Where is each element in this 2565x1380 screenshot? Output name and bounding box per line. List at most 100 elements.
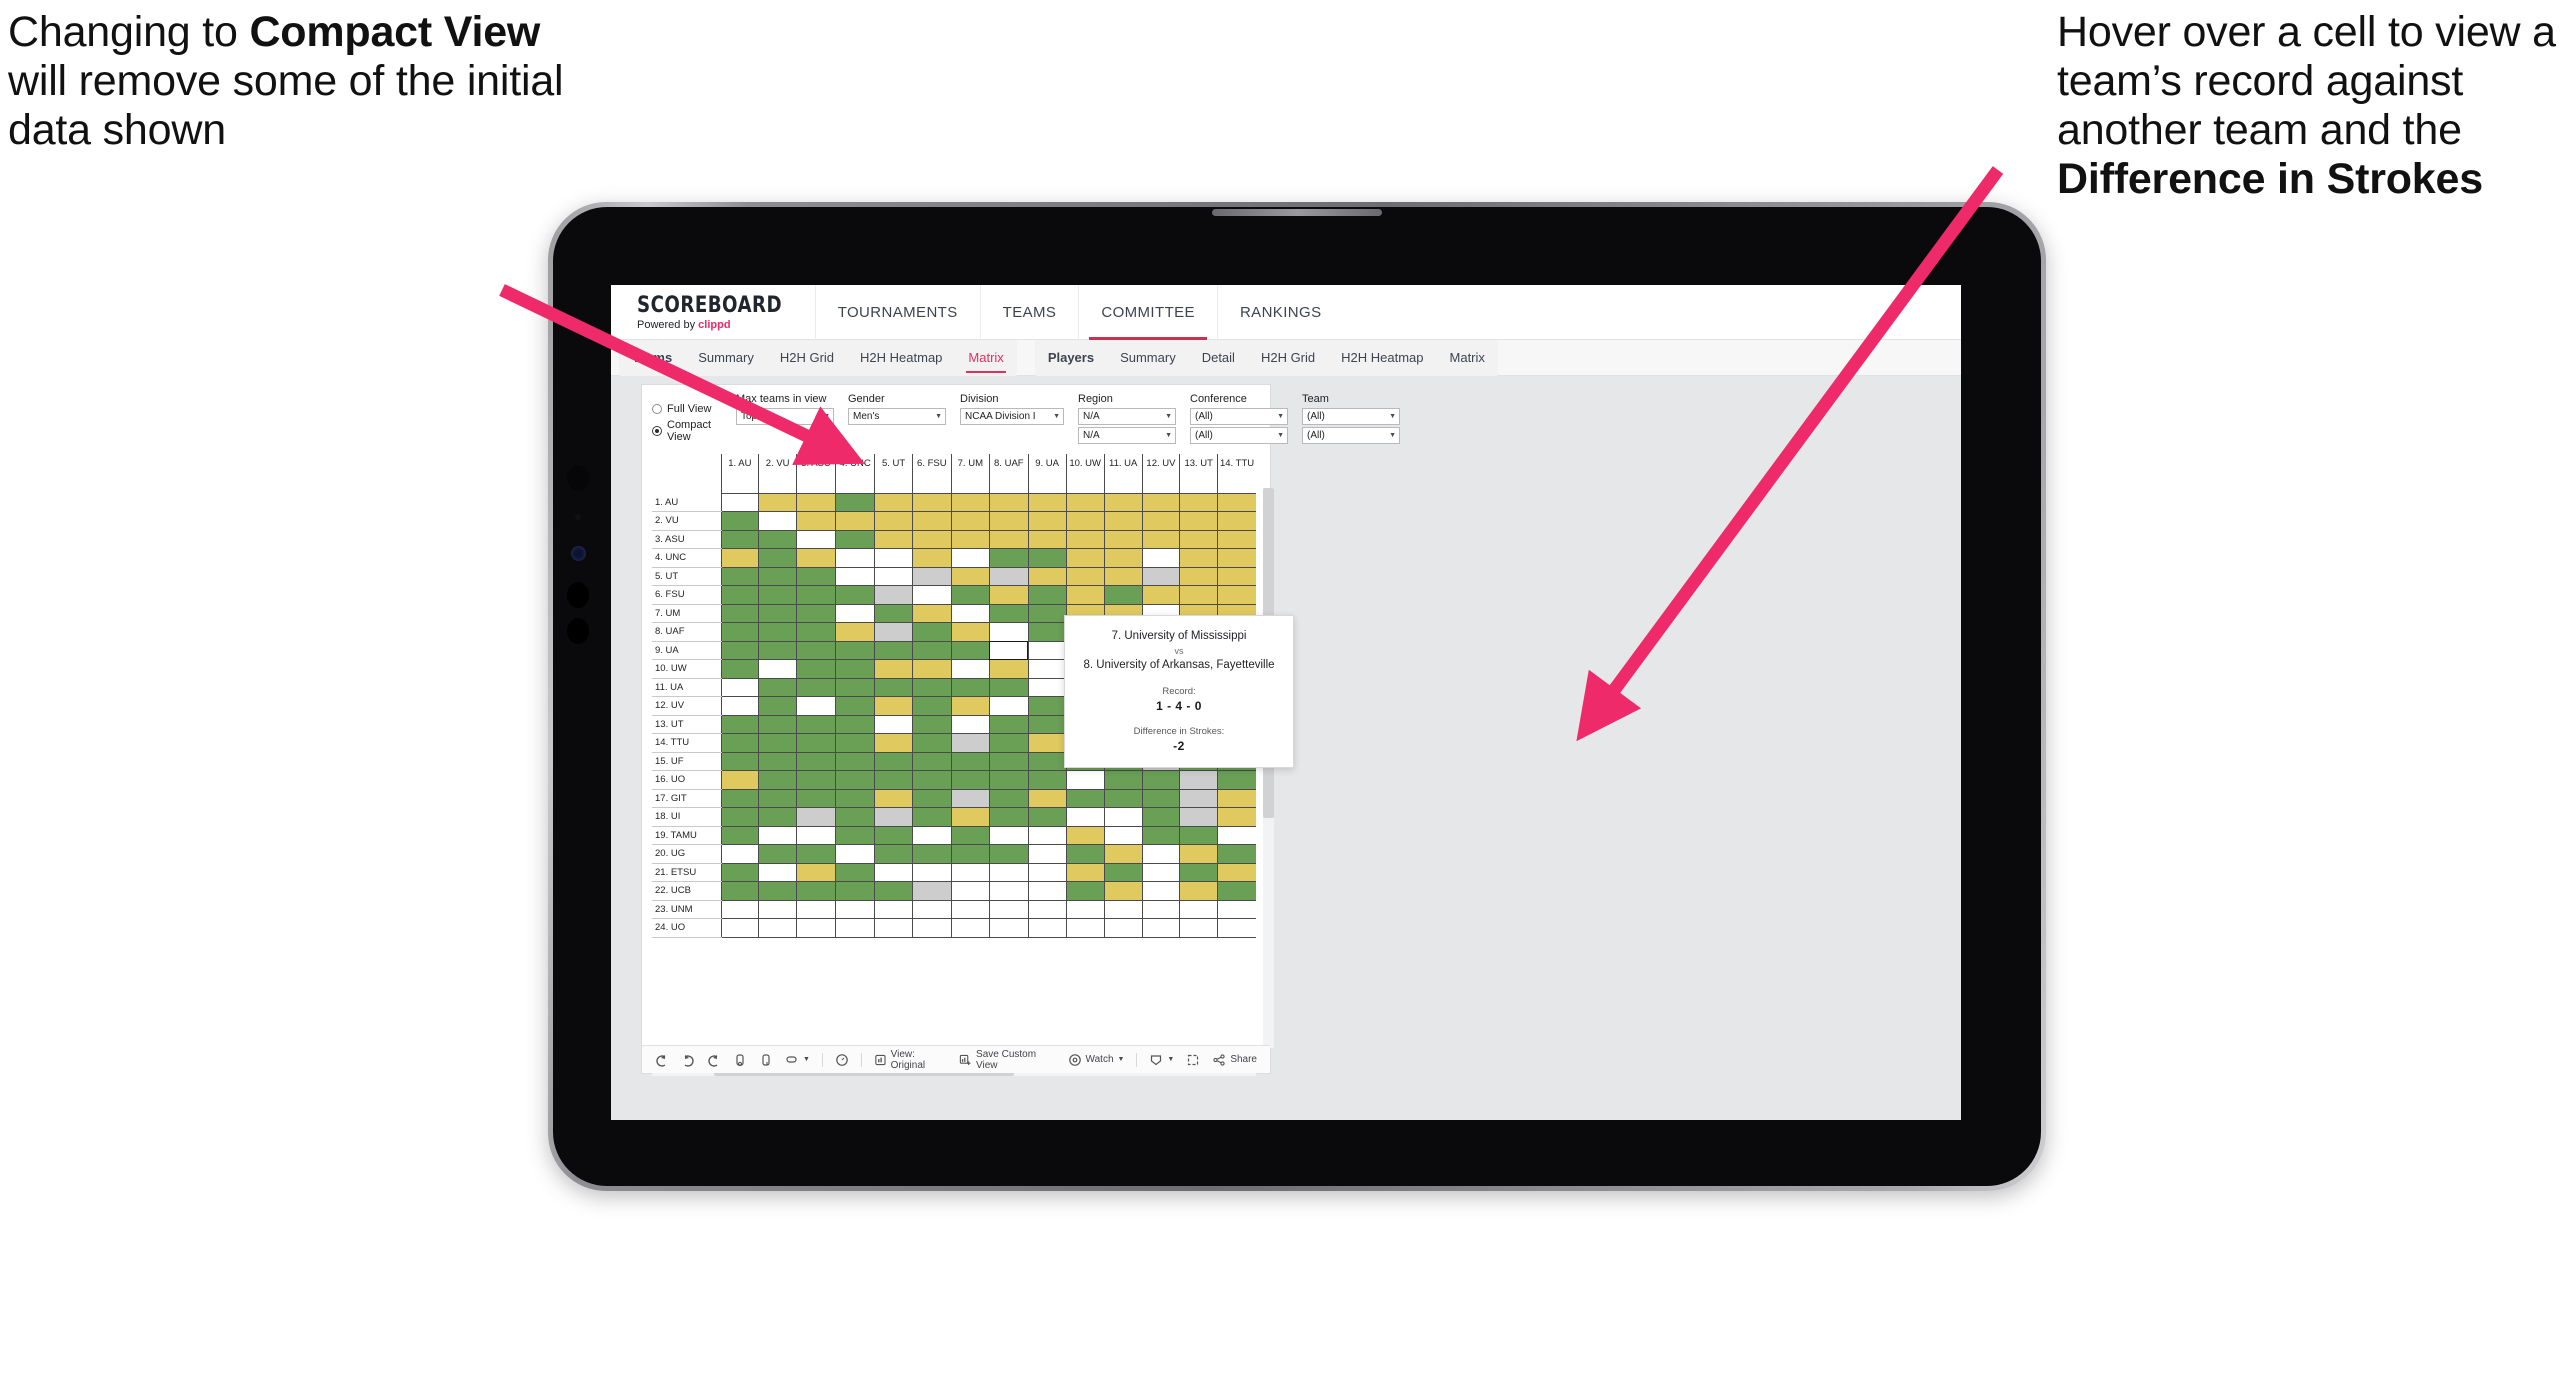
filter-select-region[interactable]: N/A ▼	[1078, 408, 1176, 425]
brand-logo[interactable]: SCOREBOARD Powered by clippd	[611, 293, 815, 331]
matrix-cell[interactable]	[758, 548, 797, 568]
matrix-cell[interactable]	[950, 918, 990, 938]
matrix-cell[interactable]	[1027, 622, 1067, 642]
matrix-cell[interactable]	[874, 493, 913, 512]
matrix-cell[interactable]	[1141, 807, 1180, 827]
matrix-cell[interactable]	[1141, 826, 1180, 845]
matrix-cell[interactable]	[950, 715, 990, 734]
matrix-cell[interactable]	[720, 622, 759, 642]
chevron-down-icon[interactable]: ▼	[1118, 1056, 1125, 1063]
matrix-cell[interactable]	[874, 604, 913, 623]
matrix-cell[interactable]	[988, 604, 1029, 623]
matrix-cell[interactable]	[911, 770, 952, 790]
chevron-down-icon[interactable]: ▼	[1053, 413, 1060, 420]
matrix-row-header[interactable]: 7. UM	[652, 604, 721, 623]
matrix-cell[interactable]	[1103, 548, 1143, 568]
matrix-cell[interactable]	[950, 881, 990, 901]
matrix-cell[interactable]	[758, 770, 797, 790]
topnav-item-rankings[interactable]: RANKINGS	[1216, 285, 1344, 340]
matrix-cell[interactable]	[835, 807, 875, 827]
toolbar-download-button[interactable]: ▼	[1144, 1049, 1179, 1071]
matrix-cell[interactable]	[835, 493, 875, 512]
matrix-cell[interactable]	[1103, 493, 1143, 512]
chevron-down-icon[interactable]: ▼	[1165, 413, 1172, 420]
toolbar-revert-button[interactable]	[702, 1049, 726, 1071]
matrix-cell[interactable]	[911, 752, 952, 771]
matrix-cell[interactable]	[950, 789, 990, 808]
matrix-cell[interactable]	[1103, 900, 1143, 919]
matrix-cell[interactable]	[988, 511, 1029, 531]
matrix-cell[interactable]	[911, 696, 952, 716]
matrix-cell[interactable]	[758, 567, 797, 586]
matrix-cell[interactable]	[950, 511, 990, 531]
matrix-cell[interactable]	[720, 918, 759, 938]
matrix-cell[interactable]	[1141, 900, 1180, 919]
matrix-cell[interactable]	[911, 548, 952, 568]
matrix-cell[interactable]	[796, 641, 836, 660]
matrix-cell[interactable]	[1103, 918, 1143, 938]
matrix-cell[interactable]	[1217, 881, 1256, 901]
matrix-cell[interactable]	[911, 881, 952, 901]
radio-full-view[interactable]: Full View	[652, 403, 722, 415]
matrix-cell[interactable]	[1103, 863, 1143, 882]
matrix-cell[interactable]	[758, 511, 797, 531]
matrix-cell[interactable]	[720, 770, 759, 790]
matrix-cell[interactable]	[1027, 752, 1067, 771]
matrix-cell[interactable]	[988, 530, 1029, 549]
matrix-cell[interactable]	[1065, 585, 1105, 605]
matrix-cell[interactable]	[1027, 900, 1067, 919]
matrix-cell[interactable]	[911, 826, 952, 845]
matrix-cell[interactable]	[1065, 548, 1105, 568]
matrix-cell[interactable]	[835, 585, 875, 605]
matrix-cell[interactable]	[835, 511, 875, 531]
matrix-cell[interactable]	[911, 641, 952, 660]
subtab-players-matrix[interactable]: Matrix	[1437, 340, 1498, 376]
matrix-cell[interactable]	[758, 696, 797, 716]
matrix-row-header[interactable]: 3. ASU	[652, 530, 721, 549]
matrix-cell[interactable]	[1179, 585, 1218, 605]
matrix-cell[interactable]	[874, 881, 913, 901]
matrix-cell[interactable]	[720, 641, 759, 660]
matrix-cell[interactable]	[874, 622, 913, 642]
matrix-cell[interactable]	[950, 659, 990, 679]
matrix-cell[interactable]	[758, 604, 797, 623]
matrix-cell[interactable]	[1027, 733, 1067, 753]
matrix-cell[interactable]	[1141, 530, 1180, 549]
matrix-col-header[interactable]: 3. ASU	[796, 454, 836, 494]
matrix-cell[interactable]	[911, 585, 952, 605]
matrix-cell[interactable]	[758, 826, 797, 845]
matrix-cell[interactable]	[988, 678, 1029, 697]
matrix-cell[interactable]	[796, 807, 836, 827]
matrix-cell[interactable]	[796, 622, 836, 642]
matrix-cell[interactable]	[874, 863, 913, 882]
toolbar-highlight-button[interactable]: ▼	[780, 1049, 815, 1071]
matrix-cell[interactable]	[758, 900, 797, 919]
matrix-cell[interactable]	[1027, 844, 1067, 864]
matrix-cell[interactable]	[796, 770, 836, 790]
matrix-row-header[interactable]: 20. UG	[652, 844, 721, 864]
matrix-cell[interactable]	[1065, 789, 1105, 808]
matrix-cell[interactable]	[911, 530, 952, 549]
matrix-cell[interactable]	[1027, 659, 1067, 679]
matrix-cell[interactable]	[911, 789, 952, 808]
matrix-cell[interactable]	[758, 715, 797, 734]
matrix-cell[interactable]	[758, 678, 797, 697]
matrix-cell[interactable]	[1217, 770, 1256, 790]
matrix-cell[interactable]	[758, 585, 797, 605]
matrix-cell[interactable]	[1065, 511, 1105, 531]
subtab-teams-teams[interactable]: Teams	[619, 340, 685, 376]
filter-select-max-teams-in-view[interactable]: Top 50 ▼	[736, 408, 834, 425]
matrix-cell[interactable]	[988, 641, 1029, 660]
matrix-cell[interactable]	[1065, 770, 1105, 790]
matrix-cell[interactable]	[835, 530, 875, 549]
toolbar-redo-button[interactable]	[676, 1049, 700, 1071]
matrix-cell[interactable]	[874, 585, 913, 605]
matrix-cell[interactable]	[835, 918, 875, 938]
radio-circle-selected-icon[interactable]	[652, 426, 662, 436]
matrix-cell[interactable]	[950, 622, 990, 642]
matrix-cell[interactable]	[1065, 567, 1105, 586]
matrix-cell[interactable]	[1141, 844, 1180, 864]
matrix-cell[interactable]	[1027, 604, 1067, 623]
matrix-cell[interactable]	[911, 863, 952, 882]
matrix-cell[interactable]	[1141, 863, 1180, 882]
